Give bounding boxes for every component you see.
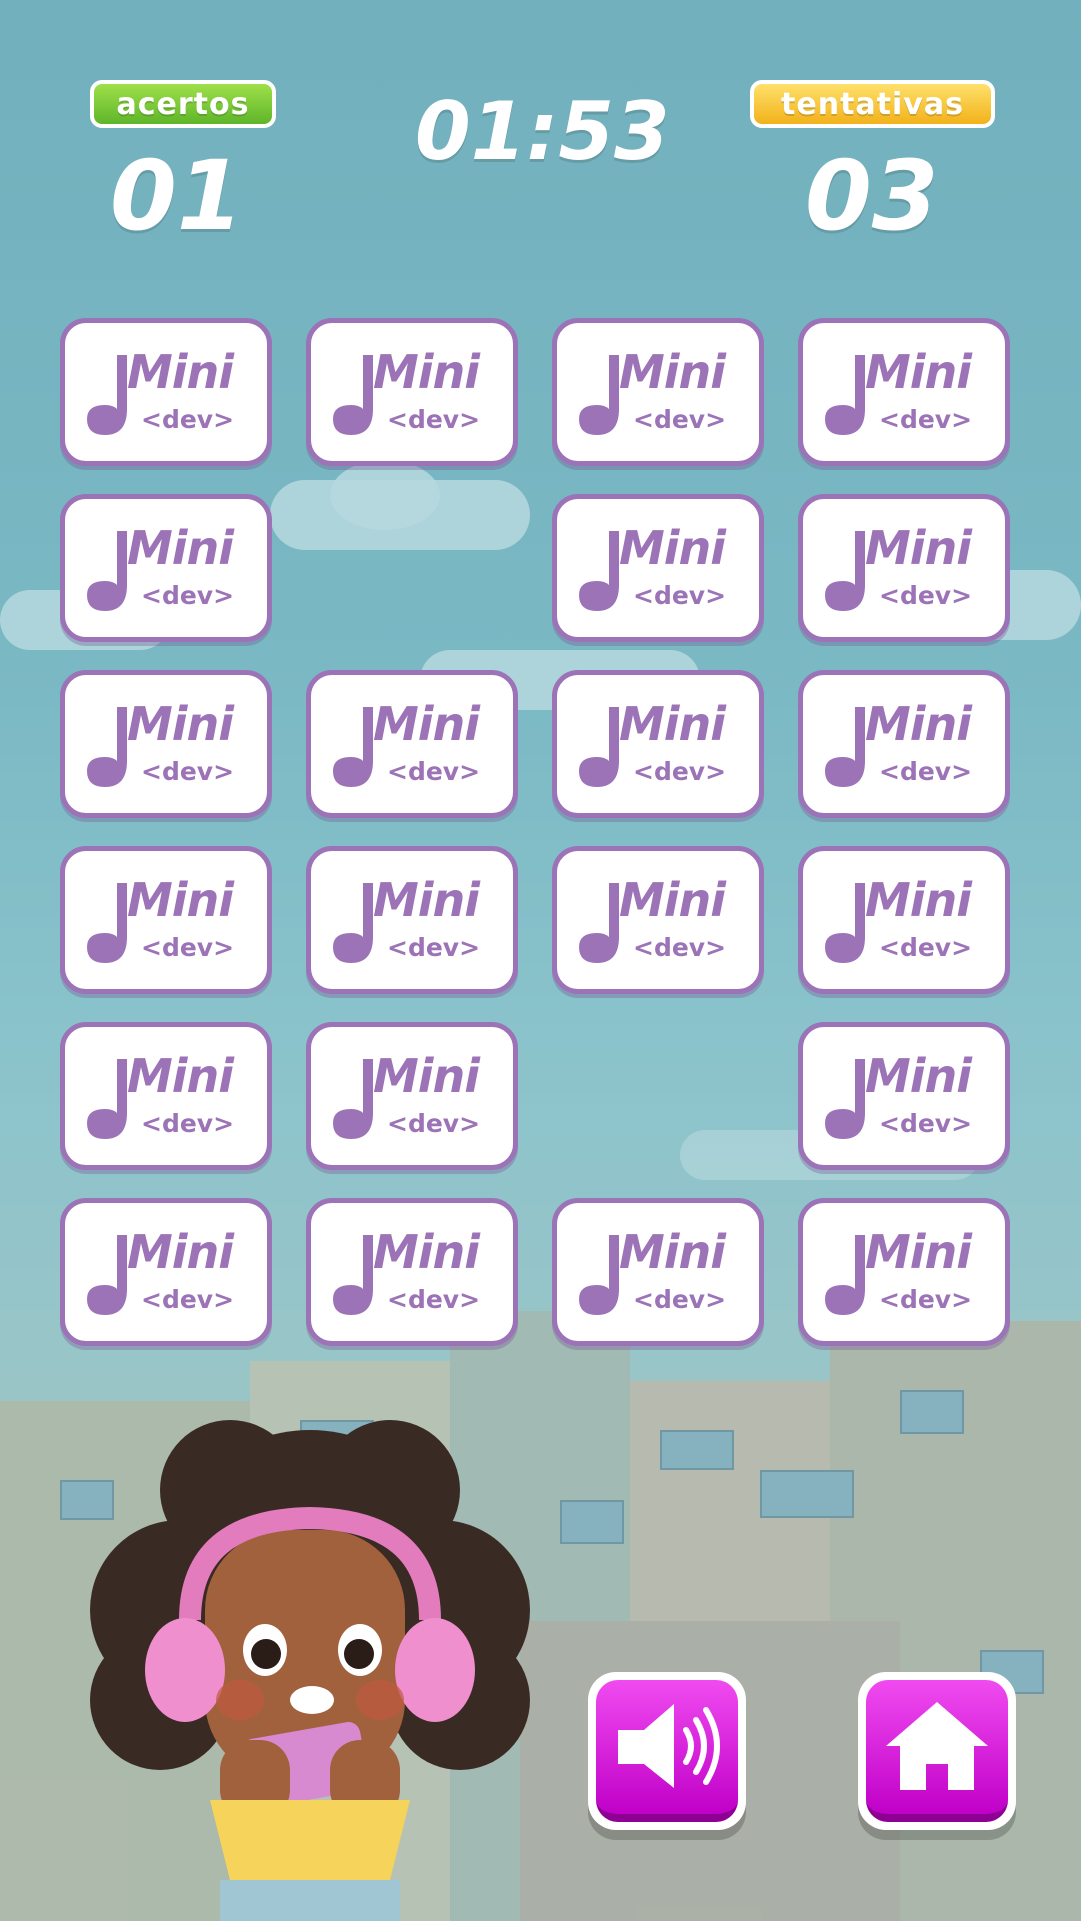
card-logo-sub: <dev> [141, 405, 235, 434]
card-logo-word: Mini [373, 345, 480, 399]
memory-card[interactable]: Mini <dev> [60, 1022, 272, 1170]
card-logo-word: Mini [619, 1225, 726, 1279]
character-illustration [90, 1420, 530, 1921]
hits-badge: acertos [90, 80, 276, 128]
memory-card[interactable]: Mini <dev> [60, 670, 272, 818]
card-logo-sub: <dev> [879, 1109, 973, 1138]
memory-card[interactable]: Mini <dev> [798, 1022, 1010, 1170]
card-logo-sub: <dev> [879, 1285, 973, 1314]
card-logo-word: Mini [865, 345, 972, 399]
card-logo-word: Mini [373, 873, 480, 927]
card-logo-word: Mini [127, 521, 234, 575]
memory-card[interactable]: Mini <dev> [60, 318, 272, 466]
memory-card[interactable]: Mini <dev> [306, 1198, 518, 1346]
home-icon [886, 1702, 988, 1790]
card-logo-sub: <dev> [141, 933, 235, 962]
card-logo-word: Mini [127, 1225, 234, 1279]
card-logo-sub: <dev> [387, 1285, 481, 1314]
card-logo-sub: <dev> [633, 757, 727, 786]
attempts-count: 03 [805, 140, 939, 252]
sound-button[interactable] [588, 1672, 746, 1830]
card-logo-word: Mini [865, 521, 972, 575]
memory-card[interactable]: Mini <dev> [798, 846, 1010, 994]
memory-card[interactable]: Mini <dev> [60, 494, 272, 642]
card-logo-sub: <dev> [633, 1285, 727, 1314]
memory-card[interactable]: Mini <dev> [798, 670, 1010, 818]
memory-card[interactable]: Mini <dev> [306, 318, 518, 466]
memory-card[interactable]: Mini <dev> [552, 494, 764, 642]
card-logo-word: Mini [127, 345, 234, 399]
card-logo-word: Mini [619, 521, 726, 575]
card-logo-sub: <dev> [141, 1109, 235, 1138]
card-logo-word: Mini [127, 1049, 234, 1103]
card-logo-sub: <dev> [633, 581, 727, 610]
card-logo-sub: <dev> [387, 1109, 481, 1138]
card-logo-sub: <dev> [387, 405, 481, 434]
memory-card[interactable]: Mini <dev> [306, 1022, 518, 1170]
memory-card[interactable]: Mini <dev> [306, 846, 518, 994]
card-logo-sub: <dev> [387, 933, 481, 962]
memory-card[interactable]: Mini <dev> [552, 1198, 764, 1346]
memory-card[interactable]: Mini <dev> [552, 318, 764, 466]
memory-card[interactable]: Mini <dev> [798, 1198, 1010, 1346]
card-logo-word: Mini [373, 1225, 480, 1279]
card-logo-sub: <dev> [879, 757, 973, 786]
hits-count: 01 [110, 140, 244, 252]
memory-card[interactable]: Mini <dev> [60, 1198, 272, 1346]
home-button[interactable] [858, 1672, 1016, 1830]
card-logo-word: Mini [127, 697, 234, 751]
sound-button-face [596, 1680, 738, 1822]
speaker-icon [618, 1704, 720, 1788]
attempts-badge: tentativas [750, 80, 995, 128]
card-logo-word: Mini [373, 697, 480, 751]
card-logo-sub: <dev> [633, 933, 727, 962]
card-logo-word: Mini [865, 1049, 972, 1103]
card-logo-word: Mini [619, 697, 726, 751]
card-logo-sub: <dev> [141, 1285, 235, 1314]
card-logo-sub: <dev> [387, 757, 481, 786]
card-logo-word: Mini [373, 1049, 480, 1103]
card-logo-word: Mini [865, 1225, 972, 1279]
memory-card[interactable]: Mini <dev> [552, 670, 764, 818]
memory-card[interactable]: Mini <dev> [60, 846, 272, 994]
card-logo-word: Mini [127, 873, 234, 927]
home-button-face [866, 1680, 1008, 1822]
card-logo-word: Mini [865, 697, 972, 751]
memory-card[interactable]: Mini <dev> [552, 846, 764, 994]
card-logo-sub: <dev> [141, 581, 235, 610]
card-logo-sub: <dev> [633, 405, 727, 434]
memory-card[interactable]: Mini <dev> [798, 494, 1010, 642]
timer: 01:53 [415, 85, 670, 178]
card-logo-sub: <dev> [879, 581, 973, 610]
card-logo-word: Mini [619, 873, 726, 927]
memory-card[interactable]: Mini <dev> [306, 670, 518, 818]
card-logo-word: Mini [619, 345, 726, 399]
card-logo-sub: <dev> [879, 405, 973, 434]
card-logo-word: Mini [865, 873, 972, 927]
card-logo-sub: <dev> [141, 757, 235, 786]
memory-card[interactable]: Mini <dev> [798, 318, 1010, 466]
card-logo-sub: <dev> [879, 933, 973, 962]
